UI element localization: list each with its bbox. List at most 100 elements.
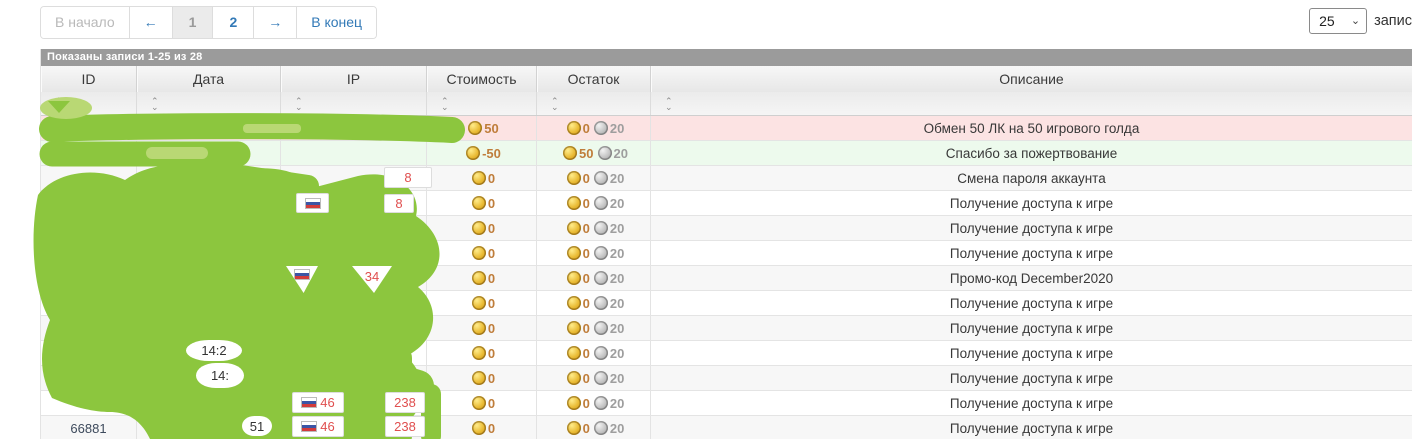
cell-date [137,366,281,390]
cell-date [137,266,281,290]
cell-description: Смена пароля аккаунта [651,166,1412,190]
cell-id: 66881 [41,416,137,439]
pagination: В начало ← 1 2 → В конец [40,6,377,39]
column-header-desc[interactable]: Описание [651,66,1412,92]
cell-id [41,341,137,365]
page-size-value: 25 [1319,13,1335,29]
cell-id [41,291,137,315]
pagination-page-2[interactable]: 2 [212,7,253,38]
description-text: Получение доступа к игре [950,396,1113,411]
gold-coin-icon [567,396,581,410]
cell-description: Обмен 50 ЛК на 50 игрового голда [651,116,1412,140]
value-text: 0 [583,246,590,261]
cell-remain: 020 [537,416,651,439]
silver-coin-icon [594,371,608,385]
value-text: 0 [488,396,495,411]
pagination-page-1[interactable]: 1 [172,7,213,38]
value-text: 0 [583,121,590,136]
table-row: 0020Получение доступа к игре [41,316,1412,341]
pagination-prev-button[interactable]: ← [129,7,172,38]
gold-coin-icon [472,396,486,410]
sort-icon[interactable]: ⌃⌄ [441,98,449,110]
sort-icon[interactable]: ⌃⌄ [551,98,559,110]
cell-id [41,216,137,240]
cell-remain: 020 [537,341,651,365]
description-text: Промо-код December2020 [950,271,1113,286]
value-text: 0 [488,271,495,286]
cell-cost: 0 [427,191,537,215]
cell-description: Спасибо за пожертвование [651,141,1412,165]
table-row: 0 020Получение доступа к игре [41,291,1412,316]
value-text: 0 [488,296,495,311]
description-text: Получение доступа к игре [950,221,1113,236]
silver-coin-icon [594,321,608,335]
cell-description: Получение доступа к игре [651,241,1412,265]
gold-coin-icon [567,196,581,210]
value-text: 0 [583,321,590,336]
record-id: 66881 [70,421,106,436]
sort-icon[interactable]: ⌃⌄ [295,98,303,110]
silver-coin-icon [594,271,608,285]
pagination-first-button[interactable]: В начало [41,7,129,38]
gold-coin-icon [466,146,480,160]
pagination-last-button[interactable]: В конец [296,7,376,38]
cell-id [41,166,137,190]
silver-coin-icon [594,421,608,435]
sort-icon[interactable]: ⌃⌄ [151,98,159,110]
cell-remain: 020 [537,291,651,315]
cell-cost: 0 [427,216,537,240]
cell-description: Получение доступа к игре [651,291,1412,315]
cell-date [137,241,281,265]
sort-cell-cost: ⌃⌄ [427,92,537,115]
value-text: 0 [583,196,590,211]
gold-coin-icon [472,321,486,335]
value-text: 20 [610,246,624,261]
chevron-down-icon: ⌄ [1351,16,1360,26]
value-text: 20 [610,396,624,411]
gold-coin-icon [472,221,486,235]
cell-remain: 020 [537,266,651,290]
cell-remain: 0 20 [537,241,651,265]
cell-cost: 0 [427,266,537,290]
page-size-select[interactable]: 25 ⌄ [1309,8,1367,34]
cell-ip [281,341,427,365]
sort-cell-id: ⌃⌄ [41,92,137,115]
value-text: 20 [610,196,624,211]
column-header-date[interactable]: Дата [137,66,281,92]
table-header-row: IDДатаIPСтоимостьОстатокОписание [41,66,1412,92]
gold-coin-icon [567,371,581,385]
sort-icon[interactable]: ⌃⌄ [55,98,63,110]
column-header-cost[interactable]: Стоимость [427,66,537,92]
cell-remain: 50 20 [537,141,651,165]
gold-coin-icon [472,421,486,435]
column-header-id[interactable]: ID [41,66,137,92]
cell-remain: 0 20 [537,191,651,215]
table-sort-row: ⌃⌄ ⌃⌄ ⌃⌄ ⌃⌄ ⌃⌄ ⌃⌄ [41,92,1412,116]
value-text: 0 [583,346,590,361]
gold-coin-icon [472,296,486,310]
cell-description: Получение доступа к игре [651,391,1412,415]
pagination-next-button[interactable]: → [253,7,296,38]
column-header-ip[interactable]: IP [281,66,427,92]
table-row: 0020Получение доступа к игре [41,391,1412,416]
cell-cost: 0 [427,291,537,315]
value-text: 50 [579,146,593,161]
description-text: Спасибо за пожертвование [946,146,1117,161]
cell-description: Получение доступа к игре [651,416,1412,439]
table-row: 0 020 Промо-код December2020 [41,266,1412,291]
cell-remain: 020 [537,316,651,340]
cell-description: Получение доступа к игре [651,191,1412,215]
cell-id [41,116,137,140]
value-text: -50 [482,146,501,161]
sort-cell-remain: ⌃⌄ [537,92,651,115]
gold-coin-icon [567,221,581,235]
value-text: 20 [610,171,624,186]
cell-id [41,241,137,265]
table-row: 50020Обмен 50 ЛК на 50 игрового голда [41,116,1412,141]
silver-coin-icon [594,121,608,135]
silver-coin-icon [594,296,608,310]
cell-cost: 0 [427,341,537,365]
column-header-remain[interactable]: Остаток [537,66,651,92]
value-text: 20 [614,146,628,161]
sort-icon[interactable]: ⌃⌄ [665,98,673,110]
